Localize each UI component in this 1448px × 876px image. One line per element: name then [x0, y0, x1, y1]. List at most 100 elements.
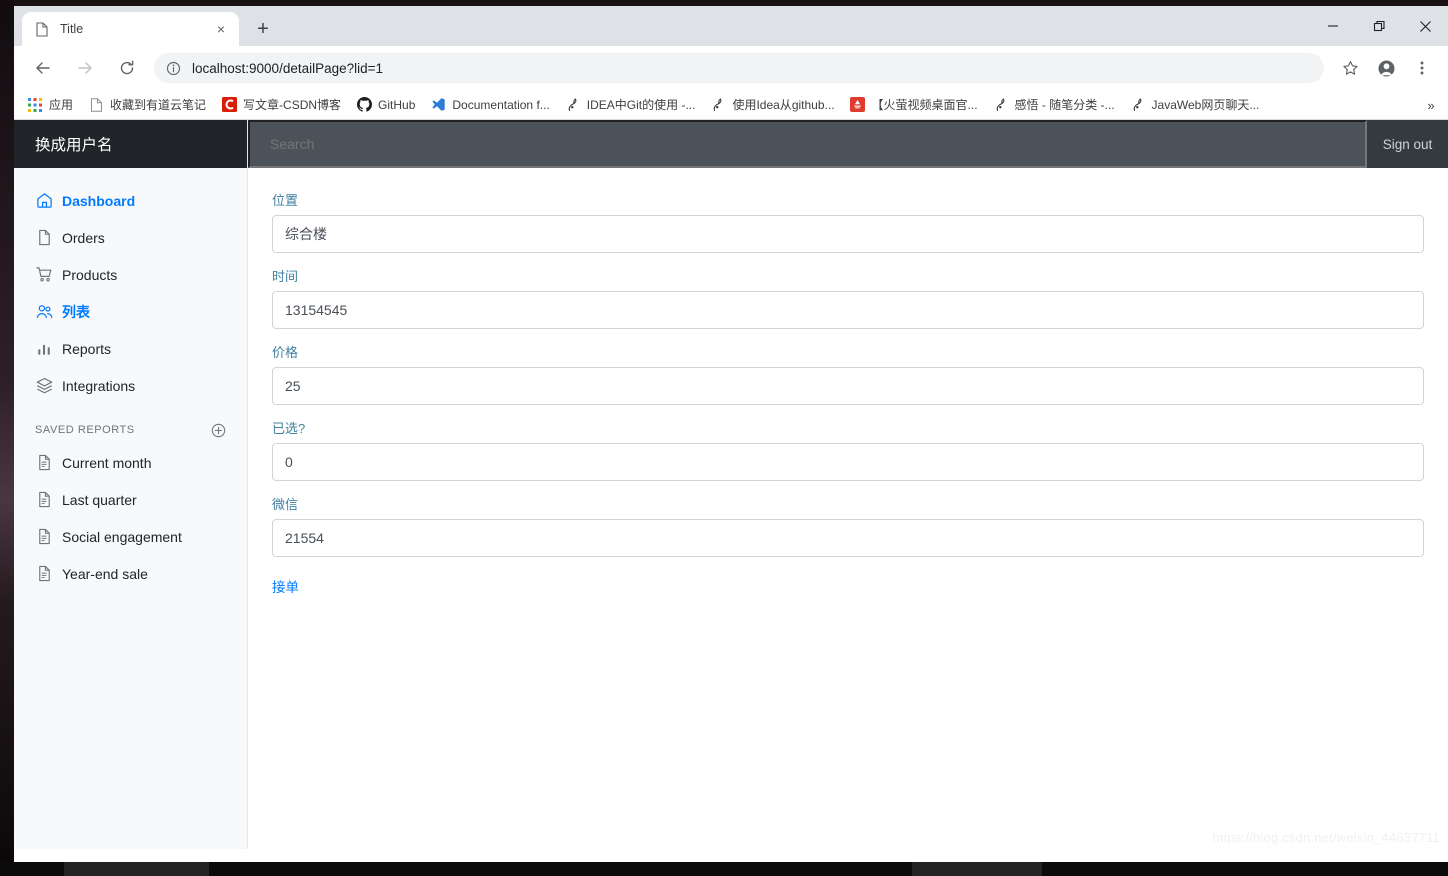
app-sidebar: 换成用户名 Dashboard Orders Products 列表 Repor… — [14, 120, 248, 849]
bookmark-label: IDEA中Git的使用 -... — [586, 98, 696, 112]
search-input[interactable] — [248, 120, 1367, 168]
taskbar-segment — [912, 862, 1042, 876]
browser-toolbar: localhost:9000/detailPage?lid=1 — [14, 46, 1448, 90]
file-text-icon — [35, 454, 53, 472]
apps-grid-icon — [27, 97, 43, 113]
bookmark-huoying[interactable]: 【火萤视频桌面官... — [843, 93, 985, 117]
selected-field[interactable] — [272, 443, 1424, 481]
saved-report-current-month[interactable]: Current month — [14, 444, 247, 481]
users-icon — [35, 303, 53, 321]
sidebar-item-label: 列表 — [62, 303, 90, 320]
saved-report-label: Last quarter — [62, 491, 137, 508]
price-field[interactable] — [272, 367, 1424, 405]
time-label: 时间 — [272, 269, 299, 284]
bookmark-label: 使用Idea从github... — [732, 98, 835, 112]
three-dot-menu-icon[interactable] — [1407, 53, 1437, 83]
close-icon[interactable]: × — [211, 19, 231, 39]
browser-window: Title × + localhost:9000/detailPage?lid=… — [14, 6, 1448, 862]
price-label: 价格 — [272, 345, 299, 360]
saved-reports-header: Saved reports — [14, 404, 247, 444]
minimize-icon[interactable] — [1310, 10, 1356, 42]
sidebar-item-integrations[interactable]: Integrations — [14, 367, 247, 404]
form-group-selected: 已选? — [272, 418, 1424, 481]
sign-out-button[interactable]: Sign out — [1367, 120, 1448, 168]
bookmarks-overflow-button[interactable]: » — [1420, 94, 1442, 116]
bookmark-documentation[interactable]: Documentation f... — [423, 93, 556, 117]
address-bar[interactable]: localhost:9000/detailPage?lid=1 — [154, 53, 1324, 83]
sidebar-item-label: Integrations — [62, 377, 136, 394]
new-tab-button[interactable]: + — [249, 15, 277, 43]
cnblogs-icon — [1130, 97, 1146, 113]
bookmarks-bar: 应用 收藏到有道云笔记 写文章-CSDN博客 GitHub Documentat… — [14, 90, 1448, 120]
cart-icon — [35, 266, 53, 284]
taskbar-segment — [64, 862, 209, 876]
bookmark-apps[interactable]: 应用 — [20, 93, 80, 117]
sidebar-brand: 换成用户名 — [14, 120, 247, 168]
bookmark-youdao[interactable]: 收藏到有道云笔记 — [81, 93, 213, 117]
maximize-icon[interactable] — [1356, 10, 1402, 42]
wechat-label: 微信 — [272, 497, 299, 512]
desktop-left-edge — [0, 0, 14, 862]
sidebar-item-label: Reports — [62, 340, 112, 357]
file-icon — [35, 229, 53, 247]
location-field[interactable] — [272, 215, 1424, 253]
bookmark-label: 收藏到有道云笔记 — [110, 98, 207, 112]
reload-button[interactable] — [111, 52, 143, 84]
time-field[interactable] — [272, 291, 1424, 329]
form-group-location: 位置 — [272, 190, 1424, 253]
form-group-time: 时间 — [272, 266, 1424, 329]
bar-chart-icon — [35, 340, 53, 358]
profile-icon[interactable] — [1371, 53, 1401, 83]
saved-reports-heading: Saved reports — [35, 424, 135, 436]
bookmark-ganwu[interactable]: 感悟 - 随笔分类 -... — [986, 93, 1122, 117]
csdn-icon — [221, 97, 237, 113]
vscode-icon — [430, 97, 446, 113]
main-column: Sign out 位置 时间 价格 — [248, 120, 1448, 849]
back-button[interactable] — [27, 52, 59, 84]
bookmark-label: 【火萤视频桌面官... — [871, 98, 978, 112]
page-icon — [34, 21, 50, 37]
bookmark-idea-github[interactable]: 使用Idea从github... — [703, 93, 841, 117]
sidebar-item-list[interactable]: 列表 — [14, 293, 247, 330]
saved-report-social-engagement[interactable]: Social engagement — [14, 518, 247, 555]
sidebar-item-products[interactable]: Products — [14, 256, 247, 293]
page-viewport: 换成用户名 Dashboard Orders Products 列表 Repor… — [14, 120, 1448, 849]
app-topnav: Sign out — [248, 120, 1448, 168]
desktop-background: Title × + localhost:9000/detailPage?lid=… — [0, 0, 1448, 876]
os-taskbar[interactable] — [0, 862, 1448, 876]
saved-report-year-end-sale[interactable]: Year-end sale — [14, 555, 247, 592]
sidebar-item-orders[interactable]: Orders — [14, 219, 247, 256]
sidebar-item-reports[interactable]: Reports — [14, 330, 247, 367]
bookmark-label: 感悟 - 随笔分类 -... — [1014, 98, 1115, 112]
star-icon[interactable] — [1335, 53, 1365, 83]
forward-button[interactable] — [69, 52, 101, 84]
github-icon — [356, 97, 372, 113]
plus-circle-icon[interactable] — [210, 422, 226, 438]
form-group-wechat: 微信 — [272, 494, 1424, 557]
file-text-icon — [35, 491, 53, 509]
layers-icon — [35, 377, 53, 395]
file-text-icon — [35, 565, 53, 583]
address-bar-url: localhost:9000/detailPage?lid=1 — [192, 60, 384, 76]
bookmark-label: JavaWeb网页聊天... — [1151, 98, 1260, 112]
browser-tab[interactable]: Title × — [22, 12, 239, 46]
saved-report-last-quarter[interactable]: Last quarter — [14, 481, 247, 518]
accept-order-link[interactable]: 接单 — [272, 576, 299, 596]
info-icon[interactable] — [164, 59, 182, 77]
sidebar-item-dashboard[interactable]: Dashboard — [14, 182, 247, 219]
bookmark-csdn[interactable]: 写文章-CSDN博客 — [214, 93, 348, 117]
bookmark-javaweb[interactable]: JavaWeb网页聊天... — [1123, 93, 1267, 117]
selected-label: 已选? — [272, 421, 306, 436]
bookmark-github[interactable]: GitHub — [349, 93, 422, 117]
window-controls — [1310, 6, 1448, 46]
close-window-icon[interactable] — [1402, 10, 1448, 42]
file-text-icon — [35, 528, 53, 546]
detail-form: 位置 时间 价格 已选? — [248, 168, 1448, 849]
browser-tab-strip: Title × + — [14, 6, 1448, 46]
cnblogs-icon — [993, 97, 1009, 113]
saved-report-label: Year-end sale — [62, 565, 148, 582]
wechat-field[interactable] — [272, 519, 1424, 557]
browser-tab-title: Title — [60, 22, 84, 36]
bookmark-idea-git[interactable]: IDEA中Git的使用 -... — [558, 93, 703, 117]
bookmark-label: Documentation f... — [452, 97, 550, 112]
